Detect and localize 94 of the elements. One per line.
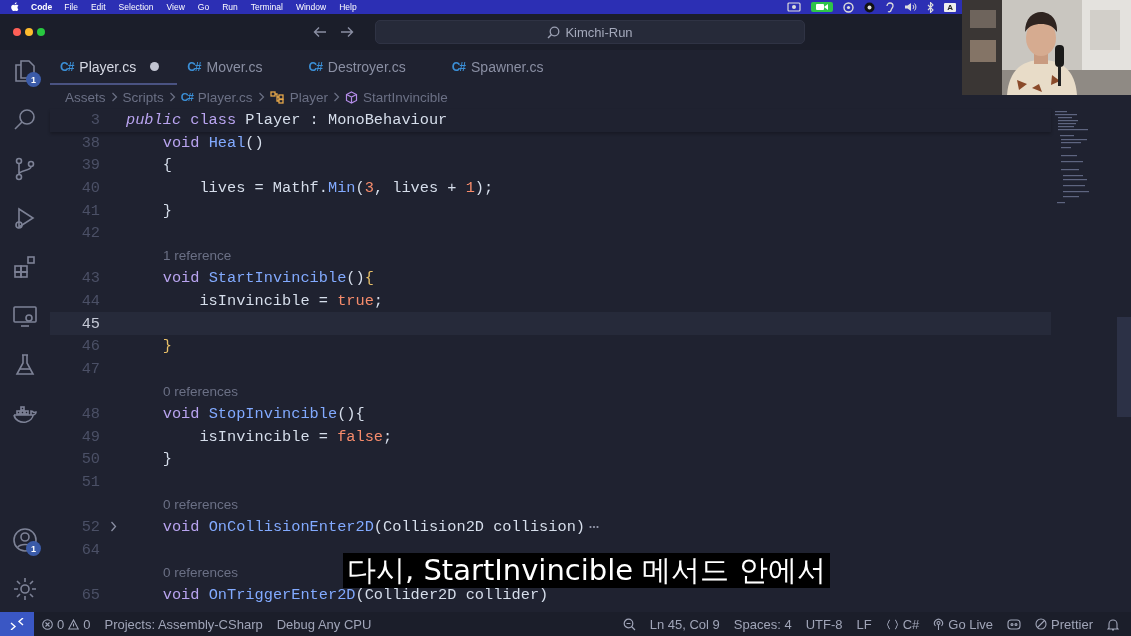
status-item[interactable]: Spaces: 4 [733,616,792,632]
menu-item[interactable]: Code [31,2,53,12]
status-item[interactable]: LF [856,616,872,632]
menu-item[interactable]: View [166,2,185,12]
status-label: C# [902,616,920,632]
input-source-indicator[interactable]: A [944,2,956,12]
chevron-icon [257,92,265,102]
code-line: isInvincible = false; [198,427,393,446]
code-line: void OnTriggerEnter2D(Collider2D collider) [161,585,549,604]
notification-badge: 1 [26,72,41,87]
camera-status-icon[interactable] [811,2,834,12]
breadcrumb-label: Player [289,89,328,105]
fold-ellipsis-icon[interactable] [589,525,599,529]
back-arrow-icon[interactable] [313,26,327,38]
code-line: public class Player : MonoBehaviour [126,111,448,130]
menu-item[interactable]: Terminal [250,2,283,12]
breadcrumb-label: StartInvincible [362,89,448,105]
breadcrumb-item[interactable]: C# Player.cs [180,89,253,105]
status-label: Go Live [948,616,994,632]
editor-tab[interactable]: C# Mover.cs [177,50,299,85]
ear-icon[interactable] [885,1,895,13]
code-line: } [161,337,172,356]
status-item[interactable]: Go Live [933,616,994,632]
chevron-icon [110,92,118,102]
remote-button[interactable] [0,612,34,636]
breadcrumb-label: Player.cs [197,89,253,105]
cube-icon [344,90,358,104]
problems-status[interactable]: 0 0 [42,616,91,632]
code-line: void StopInvincible(){ [161,405,365,423]
status-item[interactable]: Prettier [1035,616,1093,632]
chevron-icon [168,92,176,102]
csharp-file-icon: C# [60,59,74,74]
menu-item[interactable]: File [64,2,78,12]
chevron-icon [332,92,340,102]
braces-icon [885,618,899,630]
menu-item[interactable]: Edit [90,2,106,12]
status-item[interactable]: Ln 45, Col 9 [649,616,720,632]
error-icon [42,618,53,630]
class-icon [269,90,285,104]
subtitle-caption: 다시, StartInvincible 메서드 안에서 [343,553,830,588]
status-item[interactable]: Projects: Assembly-CSharp [104,616,263,632]
editor-tab[interactable]: C# Player.cs [50,50,178,85]
menu-item[interactable]: Selection [118,2,154,12]
csharp-file-icon: C# [187,59,201,74]
error-count: 0 [57,616,65,632]
code-line: void Heal() [161,133,264,152]
volume-icon[interactable] [904,2,918,12]
minimize-button[interactable] [25,28,33,36]
forward-arrow-icon[interactable] [340,26,354,38]
warning-icon [68,618,80,630]
status-label: Prettier [1051,616,1093,632]
status-circle-icon[interactable] [843,1,855,13]
screen-record-icon[interactable] [787,2,802,12]
code-line: } [161,201,172,220]
code-line: { [161,156,172,175]
status-item[interactable]: Debug Any CPU [276,616,372,632]
editor-tab[interactable]: C# Spawner.cs [441,50,580,85]
notification-badge: 1 [26,541,41,556]
prohibited-icon [1035,618,1048,630]
menu-item[interactable]: Help [339,2,357,12]
editor-tab[interactable]: C# Destroyer.cs [298,50,442,85]
line-number: 45 [80,314,100,333]
csharp-file-icon: C# [308,59,322,74]
code-line: lives = Mathf.Min(3, lives + 1); [198,179,494,198]
warning-count: 0 [83,616,91,632]
menu-item[interactable]: Run [222,2,238,12]
csharp-file-icon: C# [180,91,193,103]
code-line: void StartInvincible(){ [161,269,374,288]
copilot-icon[interactable] [1007,618,1022,630]
remote-icon [10,618,24,630]
broadcast-icon [933,617,945,631]
apple-icon[interactable] [10,2,19,12]
zoom-icon[interactable] [622,617,636,631]
close-button[interactable] [13,28,21,36]
code-line: isInvincible = true; [198,292,384,311]
settings-icon[interactable] [12,576,38,602]
bluetooth-icon[interactable] [927,1,935,13]
files-icon[interactable] [12,58,38,84]
csharp-file-icon: C# [451,59,465,74]
code-line: } [161,450,172,469]
status-item[interactable]: UTF-8 [805,616,843,632]
command-center-field[interactable]: Kimchi-Run [375,20,805,44]
account-icon[interactable] [12,527,38,553]
chevron-icon[interactable] [109,521,117,533]
blocks-icon[interactable] [12,254,38,280]
menu-item[interactable]: Go [197,2,210,12]
menu-item[interactable]: Window [295,2,327,12]
monitor-icon[interactable] [12,303,38,329]
search-icon [547,25,561,39]
bell-icon[interactable] [1107,617,1119,631]
status-item[interactable]: C# [885,616,920,632]
dark-circle-icon[interactable] [864,1,876,13]
zoom-button[interactable] [37,28,45,36]
code-line: void OnCollisionEnter2D(Collision2D collision) [161,518,585,536]
